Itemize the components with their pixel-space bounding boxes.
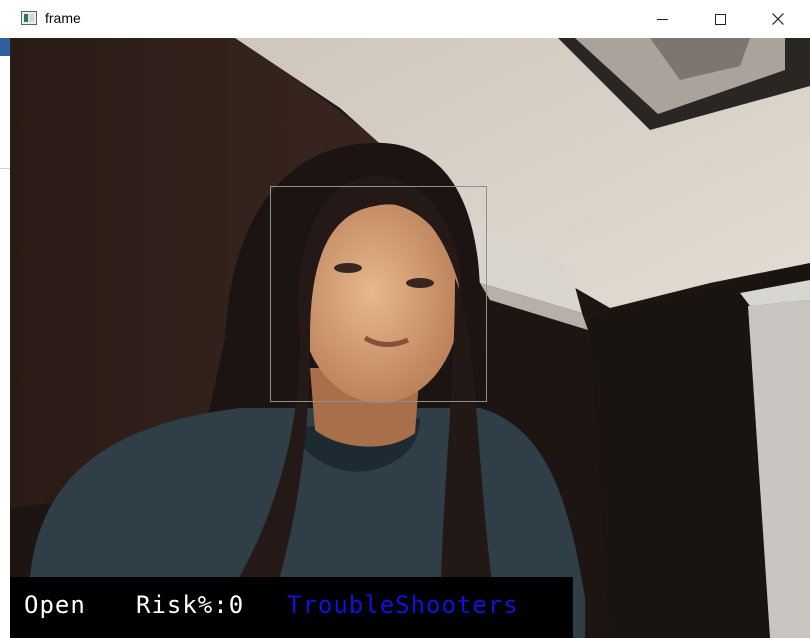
title-bar[interactable]: frame [0,0,810,38]
risk-label: Risk%:0 [136,591,245,619]
window-title: frame [45,10,81,26]
face-detection-box [270,186,487,402]
camera-feed: Open Risk%:0 TroubleShooters [10,38,810,638]
close-button[interactable] [755,0,801,38]
maximize-icon [714,13,726,25]
maximize-button[interactable] [697,0,743,38]
app-window: frame Open Risk%:0 TroubleShooters [0,0,810,638]
brand-label: TroubleShooters [287,591,519,619]
background-window-edge [0,38,10,638]
minimize-button[interactable] [639,0,685,38]
close-icon [772,13,784,25]
minimize-icon [656,18,668,20]
app-icon [21,11,37,25]
status-banner: Open Risk%:0 TroubleShooters [10,577,573,638]
status-label: Open [24,591,86,619]
